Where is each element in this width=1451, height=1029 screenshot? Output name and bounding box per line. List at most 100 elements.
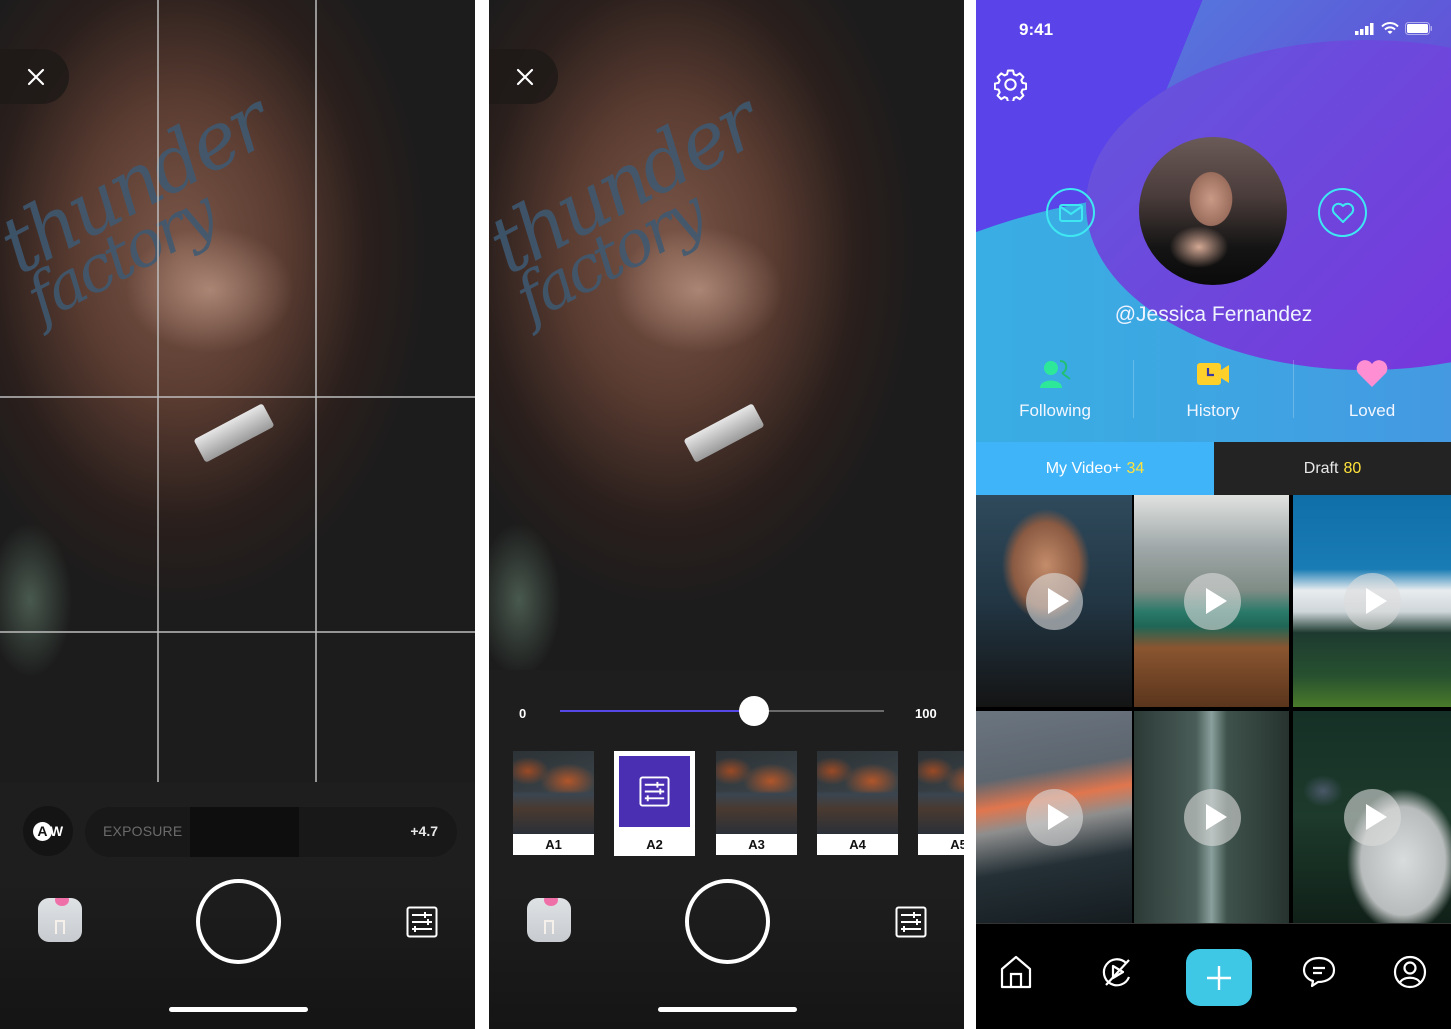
slider-thumb[interactable]	[739, 696, 770, 726]
play-icon[interactable]	[1183, 789, 1241, 846]
bottom-nav	[976, 923, 1451, 1029]
ring-graphic	[683, 403, 765, 463]
plus-icon	[1207, 965, 1231, 990]
nav-profile[interactable]	[1390, 952, 1430, 992]
message-button[interactable]	[1046, 188, 1095, 237]
stat-loved[interactable]: Loved	[1293, 355, 1451, 430]
slider-max-label: 100	[915, 706, 937, 721]
discover-play-icon	[1102, 958, 1131, 987]
video-thumbnail[interactable]	[1293, 711, 1451, 923]
tab-label: My Video+	[1045, 459, 1122, 477]
grid-line	[0, 396, 475, 398]
slider-fill	[560, 710, 755, 712]
nav-home[interactable]	[996, 952, 1036, 992]
tab-label: Draft	[1303, 459, 1339, 477]
battery-icon	[1405, 22, 1432, 35]
filter-preview-selected	[619, 756, 690, 827]
camera-screen: thunder factory A W EXPOSURE +4.7	[0, 0, 475, 1029]
grid-line	[0, 631, 475, 633]
filter-screen: thunder factory 0 100 A1 A2 A3 A4 A5	[489, 0, 964, 1029]
intensity-slider[interactable]	[560, 696, 884, 726]
filter-item-a3[interactable]: A3	[716, 751, 797, 856]
play-icon[interactable]	[1026, 573, 1083, 630]
video-thumbnail[interactable]	[1134, 495, 1289, 707]
like-button[interactable]	[1318, 188, 1367, 237]
nav-messages[interactable]	[1299, 952, 1339, 992]
filter-label: A2	[614, 834, 695, 855]
filter-preview	[716, 751, 797, 834]
ring-graphic	[193, 403, 275, 463]
add-video-button[interactable]	[1186, 949, 1252, 1006]
shutter-button[interactable]	[196, 879, 281, 964]
profile-header: 9:41 @Jessica Fernandez Following Histor…	[976, 0, 1451, 442]
chat-icon	[1302, 956, 1336, 988]
play-icon[interactable]	[1344, 573, 1401, 630]
video-thumbnail[interactable]	[1293, 495, 1451, 707]
filter-preview	[817, 751, 898, 834]
settings-button[interactable]	[993, 68, 1028, 103]
exposure-slider-segment[interactable]	[190, 807, 299, 857]
play-icon[interactable]	[1026, 789, 1083, 846]
camera-viewfinder[interactable]: thunder factory	[0, 0, 475, 782]
play-icon[interactable]	[1344, 789, 1401, 846]
video-grid	[976, 495, 1451, 923]
balloon-graphic	[544, 898, 558, 906]
slider-min-label: 0	[519, 706, 527, 721]
chair-graphic	[55, 920, 65, 934]
avatar[interactable]	[1139, 137, 1287, 285]
white-balance-suffix: W	[49, 823, 64, 839]
filter-label: A3	[716, 834, 797, 855]
gear-icon	[993, 69, 1028, 103]
shutter-button[interactable]	[685, 879, 770, 964]
adjust-button[interactable]	[406, 906, 438, 938]
tab-draft[interactable]: Draft 80	[1214, 442, 1451, 495]
mail-icon	[1058, 203, 1083, 222]
video-history-icon	[1197, 363, 1229, 385]
home-indicator	[658, 1007, 797, 1012]
gallery-thumbnail[interactable]	[38, 898, 82, 942]
stat-following[interactable]: Following	[976, 355, 1134, 430]
photo-preview: thunder factory	[489, 0, 964, 670]
filter-label: A1	[513, 834, 594, 855]
white-balance-button[interactable]: A W	[23, 806, 73, 856]
adjust-button[interactable]	[895, 906, 927, 938]
chair-graphic	[544, 920, 554, 934]
wifi-icon	[1381, 22, 1399, 34]
play-icon[interactable]	[1183, 573, 1241, 630]
exposure-label: EXPOSURE	[103, 823, 183, 839]
stat-history[interactable]: History	[1134, 355, 1292, 430]
sliders-icon	[639, 776, 670, 807]
exposure-value: +4.7	[410, 823, 438, 839]
profile-icon	[1393, 955, 1427, 989]
close-icon	[27, 68, 45, 85]
heart-icon	[1356, 360, 1388, 387]
filter-strip[interactable]: A1 A2 A3 A4 A5	[513, 751, 964, 856]
filter-label: A4	[817, 834, 898, 855]
sliders-icon	[406, 906, 438, 938]
filter-preview	[513, 751, 594, 834]
filter-item-a2[interactable]: A2	[614, 751, 695, 856]
nav-discover[interactable]	[1097, 952, 1137, 992]
close-button[interactable]	[489, 49, 558, 104]
filter-item-a4[interactable]: A4	[817, 751, 898, 856]
close-button[interactable]	[0, 49, 69, 104]
home-indicator	[169, 1007, 308, 1012]
tab-count: 80	[1343, 459, 1362, 477]
filter-label: A5	[918, 834, 964, 855]
status-time: 9:41	[1019, 20, 1054, 39]
tab-my-video[interactable]: My Video+ 34	[976, 442, 1214, 495]
balloon-graphic	[55, 898, 69, 906]
signal-icon	[1355, 22, 1374, 35]
close-icon	[516, 68, 534, 85]
filter-item-a5[interactable]: A5	[918, 751, 964, 856]
exposure-control[interactable]: EXPOSURE +4.7	[85, 807, 457, 857]
gallery-thumbnail[interactable]	[527, 898, 571, 942]
heart-outline-icon	[1331, 202, 1354, 223]
stat-label: Following	[1019, 401, 1091, 420]
video-thumbnail[interactable]	[976, 711, 1132, 923]
video-thumbnail[interactable]	[976, 495, 1132, 707]
filter-item-a1[interactable]: A1	[513, 751, 594, 856]
username: @Jessica Fernandez	[1114, 303, 1313, 326]
video-thumbnail[interactable]	[1134, 711, 1289, 923]
sliders-icon	[895, 906, 927, 938]
